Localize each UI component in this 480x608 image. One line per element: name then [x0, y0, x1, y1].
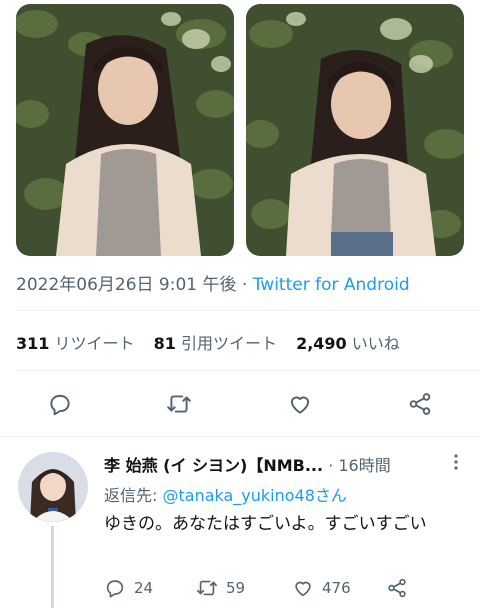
like-stat-label: いいね [351, 334, 400, 353]
reply-button[interactable] [40, 384, 80, 424]
reply-icon [50, 394, 70, 416]
retweet-stat-label: リツイート [54, 334, 135, 353]
reply-header: 李 始燕 (イ シヨン)【NMB... · 16時間 [104, 452, 391, 476]
reply-retweet-count: 59 [226, 579, 246, 597]
avatar[interactable] [18, 452, 88, 522]
tweet-source-link[interactable]: Twitter for Android [253, 275, 410, 295]
like-icon [295, 581, 311, 597]
tweet-stats: 311 リツイート 81 引用ツイート 2,490 いいね [16, 330, 414, 354]
share-button[interactable] [400, 384, 440, 424]
reply-icon [106, 580, 124, 598]
like-stat[interactable]: 2,490 いいね [296, 334, 400, 353]
like-count: 2,490 [296, 334, 347, 353]
quote-stat-label: 引用ツイート [180, 334, 277, 353]
reply-display-name[interactable]: 李 始燕 (イ シヨン)【NMB... [104, 456, 323, 475]
share-icon [388, 578, 406, 598]
retweet-icon [167, 395, 191, 413]
retweet-button[interactable] [159, 384, 199, 424]
reply-share-button[interactable] [386, 574, 416, 602]
tweet-action-bar [0, 384, 480, 424]
reply-reply-count: 24 [134, 579, 154, 597]
tweet-photo-1[interactable] [16, 4, 234, 256]
reply-retweet-button[interactable]: 59 [196, 574, 245, 602]
reply-to: 返信先: @tanaka_yukino48さん [104, 482, 347, 506]
reply-action-bar: 24 59 476 [104, 574, 444, 602]
share-icon [409, 393, 431, 415]
retweet-stat[interactable]: 311 リツイート [16, 334, 135, 353]
tweet-media [16, 4, 464, 256]
reply-to-label: 返信先: [104, 486, 163, 505]
reply-to-handle[interactable]: @tanaka_yukino48さん [162, 486, 346, 505]
reply-like-count: 476 [322, 579, 351, 597]
section-separator [0, 436, 480, 437]
reply-like-button[interactable]: 476 [292, 574, 351, 602]
like-icon [290, 396, 310, 414]
quote-stat[interactable]: 81 引用ツイート [154, 334, 277, 353]
more-icon [454, 454, 458, 470]
meta-separator: · [241, 275, 248, 295]
thread-line [51, 526, 54, 608]
tweet-meta: 2022年06月26日 9:01 午後 · Twitter for Androi… [16, 270, 410, 295]
more-button[interactable] [446, 452, 466, 472]
divider [16, 310, 480, 311]
quote-count: 81 [153, 334, 176, 353]
tweet-photo-2[interactable] [246, 4, 464, 256]
like-button[interactable] [280, 384, 320, 424]
retweet-count: 311 [16, 334, 50, 353]
tweet-timestamp[interactable]: 2022年06月26日 9:01 午後 [16, 275, 237, 295]
retweet-icon [197, 580, 217, 596]
reply-reply-button[interactable]: 24 [104, 574, 153, 602]
divider [16, 370, 480, 371]
reply-time[interactable]: · 16時間 [328, 456, 391, 475]
reply-text: ゆきの。あなたはすごいよ。すごいすごい [104, 514, 427, 534]
